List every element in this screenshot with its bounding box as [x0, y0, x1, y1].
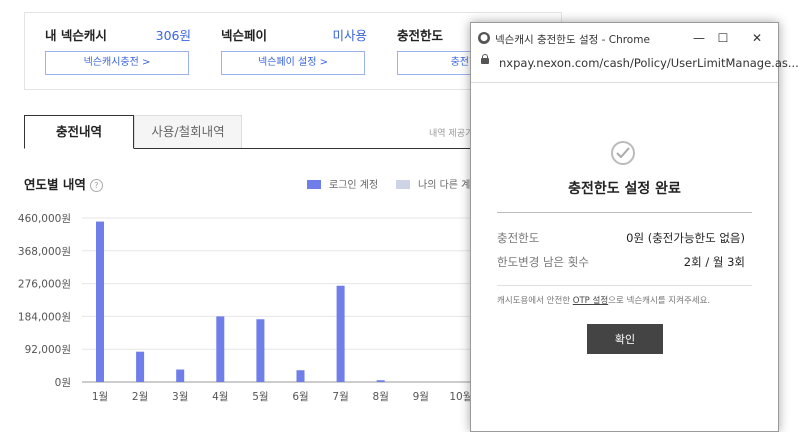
legend-login-account: 로그인 계정 — [307, 176, 378, 191]
bar-3월 — [176, 369, 185, 382]
x-tick-label: 4월 — [212, 391, 228, 403]
address-bar[interactable]: nxpay.nexon.com/cash/Policy/UserLimitMan… — [471, 53, 799, 75]
legend-label-login-account: 로그인 계정 — [329, 180, 379, 191]
bar-6월 — [296, 370, 305, 382]
chart-title-text: 연도별 내역 — [24, 177, 86, 192]
otp-settings-link[interactable]: OTP 설정 — [573, 296, 608, 306]
y-tick-label: 92,000원 — [25, 344, 71, 356]
popup-divider-2 — [497, 285, 752, 286]
confirm-button[interactable]: 확인 — [587, 324, 663, 354]
x-tick-label: 1월 — [92, 391, 108, 403]
minimize-button[interactable]: — — [689, 28, 709, 48]
y-tick-label: 184,000원 — [18, 311, 71, 323]
otp-notice-suffix: 으로 넥슨캐시를 지켜주세요. — [608, 296, 711, 306]
nexon-pay-status: 미사용 — [332, 28, 367, 43]
otp-notice: 캐시도용에서 안전한 OTP 설정으로 넥슨캐시를 지켜주세요. — [497, 294, 710, 306]
bar-4월 — [216, 316, 225, 382]
x-tick-label: 2월 — [132, 391, 148, 403]
nexon-cash-label: 내 넥슨캐시 — [45, 28, 107, 43]
x-tick-label: 8월 — [373, 391, 389, 403]
y-tick-label: 276,000원 — [18, 279, 71, 291]
otp-notice-prefix: 캐시도용에서 안전한 — [497, 296, 573, 306]
remaining-changes-value: 2회 / 월 3회 — [683, 255, 745, 269]
history-note: 내역 제공기 — [429, 129, 474, 139]
nexon-pay-label: 넥슨페이 — [221, 28, 268, 43]
remaining-changes-label: 한도변경 남은 횟수 — [497, 255, 589, 269]
maximize-button[interactable]: ☐ — [713, 28, 733, 48]
remaining-changes-row: 한도변경 남은 횟수 2회 / 월 3회 — [497, 254, 745, 270]
x-tick-label: 3월 — [172, 391, 188, 403]
y-tick-label: 460,000원 — [18, 213, 71, 225]
help-icon[interactable]: ? — [89, 179, 103, 192]
x-tick-label: 6월 — [292, 391, 308, 403]
window-title: 넥슨캐시 충전한도 설정 - Chrome — [495, 34, 650, 46]
charge-limit-popup-window: ● 넥슨캐시 충전한도 설정 - Chrome — ☐ ✕ nxpay.nexo… — [470, 22, 799, 432]
chart-y-axis: 0원 92,000원 184,000원 276,000원 368,000원 460,000… — [18, 213, 71, 389]
x-tick-label: 10월 — [449, 391, 470, 403]
legend-swatch-login-account — [307, 179, 321, 189]
tab-charge-history[interactable]: 충전내역 — [24, 115, 134, 149]
chart-bars — [96, 221, 385, 382]
charge-limit-row: 충전한도 0원 (충전가능한도 없음) — [497, 230, 745, 246]
bar-5월 — [256, 319, 265, 382]
legend-swatch-other-account — [396, 179, 410, 189]
popup-title: 충전한도 설정 완료 — [568, 181, 681, 197]
check-circle-icon — [611, 141, 635, 165]
legend-other-account: 나의 다른 계 — [396, 176, 470, 191]
lock-icon — [481, 54, 489, 64]
charge-limit-label: 충전한도 — [397, 28, 444, 43]
x-tick-label: 9월 — [413, 391, 429, 403]
chart-title: 연도별 내역? — [24, 174, 103, 193]
url-text: nxpay.nexon.com/cash/Policy/UserLimitMan… — [499, 56, 799, 70]
window-titlebar: ● 넥슨캐시 충전한도 설정 - Chrome — ☐ ✕ — [471, 23, 778, 53]
charge-limit-row-label: 충전한도 — [497, 231, 540, 245]
y-tick-label: 368,000원 — [18, 246, 71, 258]
popup-divider — [497, 212, 752, 213]
address-divider — [471, 82, 778, 83]
chart-x-axis: 1월 2월 3월 4월 5월 6월 7월 8월 9월 10월 — [92, 391, 470, 403]
x-tick-label: 5월 — [252, 391, 268, 403]
nexon-cash-charge-button[interactable]: 넥슨캐시충전 > — [45, 51, 189, 75]
tab-usage-history[interactable]: 사용/철회내역 — [134, 115, 242, 149]
nexon-cash-balance: 306원 — [155, 28, 191, 43]
y-tick-label: 0원 — [55, 377, 71, 389]
legend-label-other-account: 나의 다른 계 — [418, 180, 471, 191]
globe-icon: ● — [478, 32, 490, 44]
x-tick-label: 7월 — [332, 391, 348, 403]
charge-limit-row-value: 0원 (충전가능한도 없음) — [626, 231, 745, 245]
bar-8월 — [376, 380, 385, 382]
nexon-pay-settings-button[interactable]: 넥슨페이 설정 > — [221, 51, 365, 75]
close-button[interactable]: ✕ — [747, 28, 767, 48]
monthly-bar-chart: 0원 92,000원 184,000원 276,000원 368,000원 460,000… — [18, 213, 470, 403]
bar-2월 — [136, 351, 145, 382]
bar-7월 — [336, 285, 345, 382]
bar-1월 — [96, 221, 104, 382]
